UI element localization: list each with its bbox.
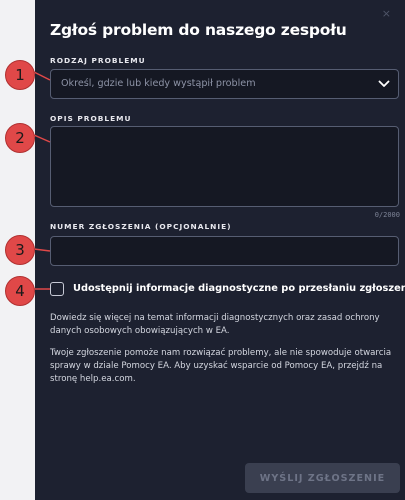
diagnostics-checkbox-label[interactable]: Udostępnij informacje diagnostyczne po p… [73,283,405,294]
description-textarea[interactable] [50,126,399,207]
dialog-title: Zgłoś problem do naszego zespołu [50,21,347,39]
description-label: OPIS PROBLEMU [50,114,132,123]
ticket-number-input[interactable] [50,236,399,266]
callout-marker-4: 4 [5,276,35,306]
callout-marker-2: 2 [5,123,35,153]
ticket-number-label: NUMER ZGŁOSZENIA (OPCJONALNIE) [50,222,232,231]
problem-type-select[interactable]: Określ, gdzie lub kiedy wystąpił problem [50,69,399,99]
problem-type-label: RODZAJ PROBLEMU [50,56,146,65]
submit-report-button[interactable]: WYŚLIJ ZGŁOSZENIE [245,463,400,493]
character-counter: 0/2000 [374,211,400,219]
problem-type-placeholder: Określ, gdzie lub kiedy wystąpił problem [61,78,256,89]
support-info-text: Twoje zgłoszenie pomoże nam rozwiązać pr… [50,348,392,384]
diagnostics-checkbox[interactable] [50,282,64,296]
report-problem-dialog: × Zgłoś problem do naszego zespołu RODZA… [35,0,405,500]
callout-marker-1: 1 [5,60,35,90]
callout-marker-3: 3 [5,235,35,265]
close-icon[interactable]: × [382,7,391,20]
chevron-down-icon [378,80,390,87]
diagnostics-info-text: Dowiedz się więcej na temat informacji d… [50,313,380,336]
